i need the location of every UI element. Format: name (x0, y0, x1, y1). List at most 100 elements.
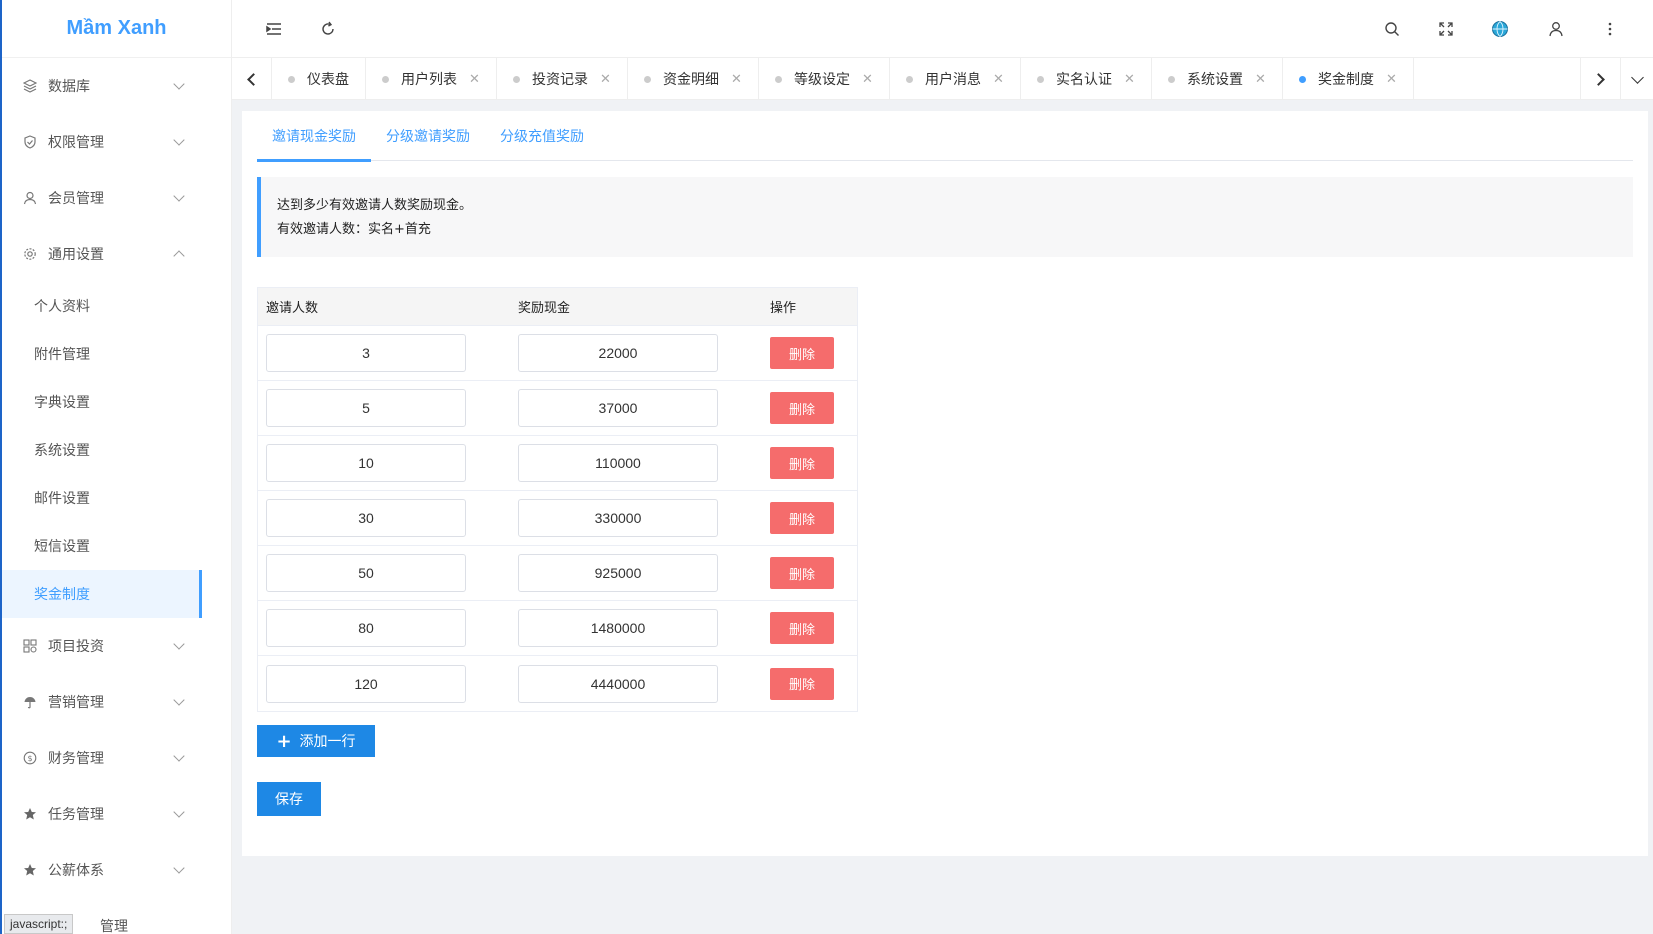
sidebar-item-label: 公薪体系 (48, 863, 104, 879)
invites-input[interactable] (266, 664, 466, 703)
column-header-invites: 邀请人数 (266, 301, 319, 316)
save-button[interactable]: 保存 (257, 782, 321, 816)
notice-line-1: 达到多少有效邀请人数奖励现金。 (277, 198, 473, 213)
tabs-scroll-left-button[interactable] (232, 58, 272, 100)
app-logo[interactable]: Mầm Xanh (2, 0, 231, 58)
close-icon[interactable]: ✕ (469, 72, 480, 87)
tabs-list: 仪表盘 用户列表 ✕ 投资记录 ✕ 资金明细 ✕ 等级设定 ✕ 用户消息 ✕ 实… (272, 58, 1414, 100)
cash-input[interactable] (518, 444, 718, 482)
delete-row-button[interactable]: 删除 (770, 667, 834, 700)
sidebar-item-tasks[interactable]: 任务管理 (2, 786, 231, 842)
sidebar-subitem-profile[interactable]: 个人资料 (2, 282, 231, 330)
dollar-icon: $ (22, 750, 38, 766)
invites-input[interactable] (266, 499, 466, 537)
delete-row-button[interactable]: 删除 (770, 612, 834, 644)
delete-row-button[interactable]: 删除 (770, 392, 834, 424)
sidebar-subitem-bonus-system[interactable]: 奖金制度 (2, 570, 202, 618)
sidebar-item-project-investment[interactable]: 项目投资 (2, 618, 231, 674)
close-icon[interactable]: ✕ (1124, 72, 1135, 87)
close-icon[interactable]: ✕ (600, 72, 611, 87)
delete-row-button[interactable]: 删除 (770, 447, 834, 479)
tab-tiered-invite-reward[interactable]: 分级邀请奖励 (371, 111, 485, 161)
sidebar-item-salary-system[interactable]: 公薪体系 (2, 842, 231, 898)
tab-dot-icon (775, 75, 782, 83)
sidebar-item-finance[interactable]: $ 财务管理 (2, 730, 231, 786)
sidebar-subitem-dictionary[interactable]: 字典设置 (2, 378, 231, 426)
delete-row-button[interactable]: 删除 (770, 337, 834, 369)
delete-row-button[interactable]: 删除 (770, 557, 834, 589)
fullscreen-icon[interactable] (1436, 19, 1456, 39)
add-row-label: 添加一行 (299, 734, 356, 750)
cash-input[interactable] (518, 499, 718, 537)
close-icon[interactable]: ✕ (1386, 72, 1397, 87)
tabs-bar: 仪表盘 用户列表 ✕ 投资记录 ✕ 资金明细 ✕ 等级设定 ✕ 用户消息 ✕ 实… (232, 58, 1653, 100)
content-tabs: 邀请现金奖励 分级邀请奖励 分级充值奖励 (257, 111, 1633, 162)
tab-investment-records[interactable]: 投资记录 ✕ (497, 58, 628, 100)
user-profile-icon[interactable] (1546, 19, 1566, 39)
menu-collapse-icon[interactable] (264, 19, 284, 39)
sidebar-item-permissions[interactable]: 权限管理 (2, 114, 231, 170)
add-row-button[interactable]: + 添加一行 (257, 725, 375, 757)
close-icon[interactable]: ✕ (993, 72, 1004, 87)
more-vertical-icon[interactable] (1600, 19, 1620, 39)
sidebar-item-label: 权限管理 (48, 135, 104, 151)
chevron-down-icon (173, 190, 185, 202)
invites-input[interactable] (266, 444, 466, 482)
sidebar-item-general-settings[interactable]: 通用设置 (2, 226, 231, 282)
cash-input[interactable] (518, 609, 718, 647)
cash-input[interactable] (518, 664, 718, 703)
notice-line-2: 有效邀请人数：实名+首充 (277, 222, 431, 237)
tabs-dropdown-button[interactable] (1620, 58, 1653, 100)
cash-input[interactable] (518, 334, 718, 372)
sidebar-item-database[interactable]: 数据库 (2, 58, 231, 114)
sidebar: Mầm Xanh 数据库 权限管理 会员管理 通用设置 个人资料 附件管理 字典… (0, 0, 232, 934)
tab-dot-icon (1037, 75, 1044, 83)
close-icon[interactable]: ✕ (862, 72, 873, 87)
invites-input[interactable] (266, 554, 466, 592)
chevron-up-icon (173, 250, 185, 262)
table-row: 删除 (258, 491, 857, 546)
tab-dashboard[interactable]: 仪表盘 (272, 58, 366, 100)
table-row: 删除 (258, 381, 857, 436)
tabs-scroll-right-button[interactable] (1580, 58, 1620, 100)
chevron-down-icon (1630, 70, 1644, 84)
star-icon (22, 862, 38, 878)
invites-input[interactable] (266, 389, 466, 427)
chevron-down-icon (173, 78, 185, 90)
tab-real-name-verification[interactable]: 实名认证 ✕ (1021, 58, 1152, 100)
tab-tiered-recharge-reward[interactable]: 分级充值奖励 (485, 111, 599, 161)
umbrella-icon (22, 694, 38, 710)
cash-input[interactable] (518, 389, 718, 427)
tab-dot-icon (382, 75, 389, 83)
table-row: 删除 (258, 601, 857, 656)
top-header (232, 0, 1653, 58)
sidebar-item-marketing[interactable]: 营销管理 (2, 674, 231, 730)
tab-invite-cash-reward[interactable]: 邀请现金奖励 (257, 111, 371, 162)
tab-level-settings[interactable]: 等级设定 ✕ (759, 58, 890, 100)
close-icon[interactable]: ✕ (731, 72, 742, 87)
tab-user-messages[interactable]: 用户消息 ✕ (890, 58, 1021, 100)
sidebar-subitem-attachments[interactable]: 附件管理 (2, 330, 231, 378)
sidebar-subitem-sms-settings[interactable]: 短信设置 (2, 522, 231, 570)
star-icon (22, 806, 38, 822)
tab-dot-icon (906, 75, 913, 83)
table-row: 删除 (258, 546, 857, 601)
refresh-icon[interactable] (318, 19, 338, 39)
tab-label: 等级设定 (794, 72, 850, 88)
gear-icon (22, 246, 38, 262)
tab-user-list[interactable]: 用户列表 ✕ (366, 58, 497, 100)
delete-row-button[interactable]: 删除 (770, 502, 834, 534)
cash-input[interactable] (518, 554, 718, 592)
table-row: 删除 (258, 436, 857, 491)
globe-icon[interactable] (1490, 19, 1510, 39)
invites-input[interactable] (266, 334, 466, 372)
tab-fund-details[interactable]: 资金明细 ✕ (628, 58, 759, 100)
sidebar-subitem-system-settings[interactable]: 系统设置 (2, 426, 231, 474)
tab-system-settings[interactable]: 系统设置 ✕ (1152, 58, 1283, 100)
invites-input[interactable] (266, 609, 466, 647)
search-icon[interactable] (1382, 19, 1402, 39)
sidebar-subitem-email-settings[interactable]: 邮件设置 (2, 474, 231, 522)
tab-bonus-system[interactable]: 奖金制度 ✕ (1283, 58, 1414, 100)
sidebar-item-members[interactable]: 会员管理 (2, 170, 231, 226)
close-icon[interactable]: ✕ (1255, 72, 1266, 87)
